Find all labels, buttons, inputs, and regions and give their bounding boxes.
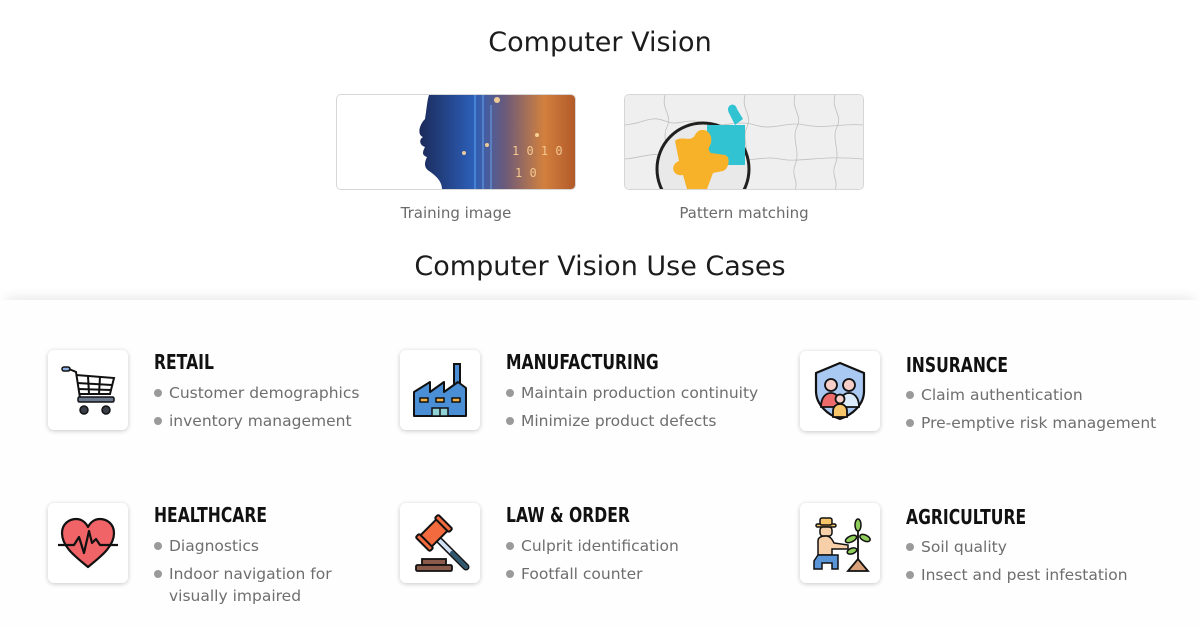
svg-text:1 0: 1 0 <box>515 166 537 180</box>
family-shield-icon <box>814 361 866 421</box>
agriculture-icon-box <box>800 503 880 583</box>
bullet-item: Soil quality <box>906 536 1128 558</box>
retail-icon-box <box>48 350 128 430</box>
bullet-item: Pre-emptive risk management <box>906 412 1156 434</box>
farmer-plant-icon <box>813 517 871 572</box>
svg-text:1 0 1 0: 1 0 1 0 <box>512 144 563 158</box>
use-cases-section: RETAIL Customer demographics inventory m… <box>0 300 1200 628</box>
manufacturing-icon-box <box>400 350 480 430</box>
use-case-title: RETAIL <box>154 350 214 374</box>
insurance-icon-box <box>800 351 880 431</box>
use-case-title: INSURANCE <box>906 353 1009 377</box>
bullet-item: Insect and pest infestation <box>906 564 1128 586</box>
bullet-item: inventory management <box>154 410 359 432</box>
bullet-item: Culprit identification <box>506 535 679 557</box>
pattern-matching-caption: Pattern matching <box>679 204 809 222</box>
use-case-bullets: Diagnostics Indoor navigation for visual… <box>154 535 349 613</box>
bullet-item: Indoor navigation for visually impaired <box>154 563 349 607</box>
use-case-bullets: Maintain production continuity Minimize … <box>506 382 758 438</box>
header-section: Computer Vision 1 0 1 0 1 0 Training ima… <box>0 0 1200 300</box>
page-title: Computer Vision <box>488 27 712 58</box>
bullet-item: Maintain production continuity <box>506 382 758 404</box>
law-order-icon-box <box>400 503 480 583</box>
use-case-title: HEALTHCARE <box>154 503 268 527</box>
training-image-caption: Training image <box>400 204 512 222</box>
ai-head-image: 1 0 1 0 1 0 <box>337 95 575 189</box>
use-case-title: LAW & ORDER <box>506 503 630 527</box>
bullet-item: Minimize product defects <box>506 410 758 432</box>
use-case-bullets: Culprit identification Footfall counter <box>506 535 679 591</box>
use-case-title: AGRICULTURE <box>906 505 1027 529</box>
factory-icon <box>413 363 467 417</box>
puzzle-magnifier-image <box>625 95 863 189</box>
training-image: 1 0 1 0 1 0 <box>336 94 576 190</box>
gavel-icon <box>415 514 470 572</box>
use-case-title: MANUFACTURING <box>506 350 659 374</box>
heart-pulse-icon <box>58 517 118 569</box>
pattern-matching-image <box>624 94 864 190</box>
use-case-bullets: Customer demographics inventory manageme… <box>154 382 359 438</box>
bullet-item: Diagnostics <box>154 535 349 557</box>
use-case-bullets: Claim authentication Pre-emptive risk ma… <box>906 384 1156 440</box>
use-case-bullets: Soil quality Insect and pest infestation <box>906 536 1128 592</box>
shopping-cart-icon <box>61 366 116 415</box>
bullet-item: Claim authentication <box>906 384 1156 406</box>
bullet-item: Customer demographics <box>154 382 359 404</box>
use-cases-title: Computer Vision Use Cases <box>414 251 786 282</box>
bullet-item: Footfall counter <box>506 563 679 585</box>
healthcare-icon-box <box>48 503 128 583</box>
